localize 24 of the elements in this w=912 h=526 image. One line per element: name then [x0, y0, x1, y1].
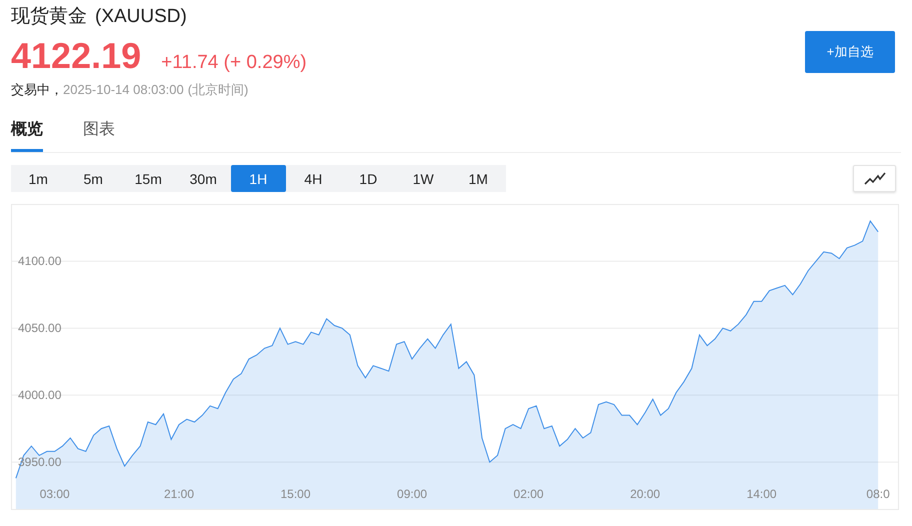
x-axis-label: 02:00	[514, 487, 544, 501]
interval-button[interactable]: 1H	[231, 165, 286, 192]
x-axis-label: 14:00	[746, 487, 777, 501]
x-axis-label: 21:00	[164, 487, 194, 501]
chart-type-button[interactable]	[853, 165, 896, 192]
timezone: (北京时间)	[188, 82, 248, 97]
x-axis-label: 20:00	[630, 487, 660, 501]
x-axis-label: 15:00	[280, 487, 311, 501]
y-axis-label: 4000.00	[18, 388, 62, 402]
tab[interactable]: 概览	[11, 119, 43, 152]
timestamp: 2025-10-14 08:03:00	[63, 82, 184, 97]
instrument-symbol: (XAUUSD)	[95, 6, 187, 27]
tab[interactable]: 图表	[83, 119, 115, 152]
price: 4122.19	[11, 35, 142, 77]
y-axis-label: 4100.00	[18, 254, 62, 268]
price-change: +11.74 (+ 0.29%)	[161, 52, 307, 74]
x-axis-label: 03:00	[40, 487, 70, 501]
x-axis-label: 09:00	[397, 487, 428, 501]
instrument-name: 现货黄金	[11, 6, 87, 27]
trading-status: 交易中，	[11, 82, 63, 97]
x-axis-label: 08:0	[866, 487, 890, 501]
y-axis-label: 4050.00	[18, 321, 62, 336]
line-chart-icon	[864, 172, 886, 186]
add-watchlist-button[interactable]: +加自选	[805, 31, 895, 73]
